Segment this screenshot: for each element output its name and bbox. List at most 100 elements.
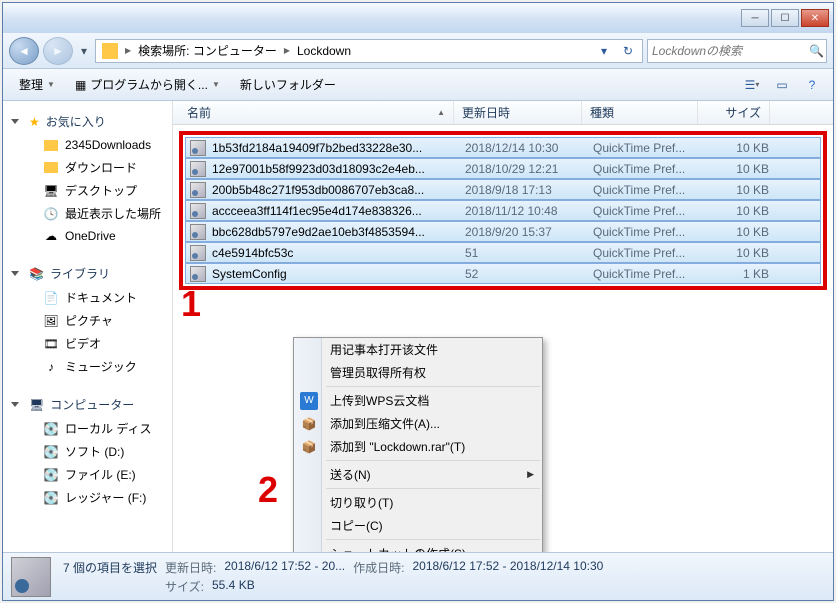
chevron-down-icon[interactable] <box>11 402 19 407</box>
sidebar-item-recent[interactable]: 🕓最近表示した場所 <box>3 202 172 225</box>
archive-icon: 📦 <box>300 415 318 433</box>
computer-header[interactable]: 🖥コンピューター <box>3 392 172 417</box>
new-folder-button[interactable]: 新しいフォルダー <box>232 72 344 97</box>
explorer-window: ─ ☐ ✕ ◄ ► ▾ ▶ 検索場所: コンピューター ▶ Lockdown ▾… <box>2 2 834 601</box>
content-area: ★お気に入り 2345Downloads ダウンロード 🖥デスクトップ 🕓最近表… <box>3 101 833 552</box>
pref-file-icon <box>190 224 206 240</box>
file-row[interactable]: SystemConfig52QuickTime Pref...1 KB <box>185 263 821 284</box>
search-box[interactable]: 🔍 <box>647 39 827 63</box>
sidebar-item-music[interactable]: ♪ミュージック <box>3 355 172 378</box>
chevron-right-icon[interactable]: ▶ <box>281 46 293 55</box>
back-button[interactable]: ◄ <box>9 37 39 65</box>
folder-icon <box>44 140 58 151</box>
pref-file-icon <box>190 266 206 282</box>
cm-open-notepad[interactable]: 用记事本打开该文件 <box>294 338 542 361</box>
annotation-box-1: 1b53fd2184a19409f7b2bed33228e30...2018/1… <box>179 131 827 290</box>
open-with-program[interactable]: ▦プログラムから開く...▼ <box>67 72 228 97</box>
sidebar-item-pictures[interactable]: 🖼ピクチャ <box>3 309 172 332</box>
pref-file-icon <box>190 182 206 198</box>
file-row[interactable]: bbc628db5797e9d2ae10eb3f4853594...2018/9… <box>185 221 821 242</box>
file-row[interactable]: 1b53fd2184a19409f7b2bed33228e30...2018/1… <box>185 137 821 158</box>
annotation-number-2: 2 <box>258 469 278 511</box>
cm-add-archive[interactable]: 📦添加到压缩文件(A)... <box>294 412 542 435</box>
search-input[interactable] <box>652 44 809 58</box>
libraries-header[interactable]: 📚ライブラリ <box>3 261 172 286</box>
address-bar[interactable]: ▶ 検索場所: コンピューター ▶ Lockdown ▾ ↻ <box>95 39 643 63</box>
organize-menu[interactable]: 整理▼ <box>11 72 63 97</box>
folder-icon <box>44 162 58 173</box>
status-size-value: 55.4 KB <box>212 578 255 595</box>
drive-icon: 💽 <box>43 421 59 437</box>
drive-icon: 💽 <box>43 467 59 483</box>
sidebar-item-drive-e[interactable]: 💽ファイル (E:) <box>3 463 172 486</box>
navigation-bar: ◄ ► ▾ ▶ 検索場所: コンピューター ▶ Lockdown ▾ ↻ 🔍 <box>3 33 833 69</box>
column-size[interactable]: サイズ <box>698 101 770 124</box>
drive-icon: 💽 <box>43 444 59 460</box>
column-name[interactable]: 名前▲ <box>179 101 454 124</box>
column-headers: 名前▲ 更新日時 種類 サイズ <box>173 101 833 125</box>
document-icon: 📄 <box>43 290 59 306</box>
preview-pane-icon[interactable]: ▭ <box>769 73 795 97</box>
cm-admin-take[interactable]: 管理员取得所有权 <box>294 361 542 384</box>
cm-wps-upload[interactable]: W上传到WPS云文档 <box>294 389 542 412</box>
picture-icon: 🖼 <box>43 313 59 329</box>
cm-add-rar[interactable]: 📦添加到 "Lockdown.rar"(T) <box>294 435 542 458</box>
sidebar-item-local-disk[interactable]: 💽ローカル ディス <box>3 417 172 440</box>
status-bar: 7 個の項目を選択 更新日時: 2018/6/12 17:52 - 20... … <box>3 552 833 600</box>
view-options-icon[interactable]: ☰▾ <box>739 73 765 97</box>
chevron-down-icon[interactable] <box>11 271 19 276</box>
cloud-icon: ☁ <box>43 228 59 244</box>
sidebar-item-downloads[interactable]: ダウンロード <box>3 156 172 179</box>
pref-file-icon <box>190 203 206 219</box>
chevron-right-icon: ▶ <box>527 469 534 480</box>
column-date[interactable]: 更新日時 <box>454 101 582 124</box>
recent-icon: 🕓 <box>43 206 59 222</box>
maximize-button[interactable]: ☐ <box>771 9 799 27</box>
video-icon: 🎞 <box>43 336 59 352</box>
status-thumbnail <box>11 557 51 597</box>
toolbar: 整理▼ ▦プログラムから開く...▼ 新しいフォルダー ☰▾ ▭ ? <box>3 69 833 101</box>
library-icon: 📚 <box>29 267 44 281</box>
search-icon[interactable]: 🔍 <box>809 44 824 58</box>
minimize-button[interactable]: ─ <box>741 9 769 27</box>
cm-cut[interactable]: 切り取り(T) <box>294 491 542 514</box>
folder-icon <box>102 43 118 59</box>
cm-send-to[interactable]: 送る(N)▶ <box>294 463 542 486</box>
close-button[interactable]: ✕ <box>801 9 829 27</box>
favorites-header[interactable]: ★お気に入り <box>3 109 172 134</box>
desktop-icon: 🖥 <box>43 183 59 199</box>
sidebar-item-onedrive[interactable]: ☁OneDrive <box>3 225 172 247</box>
titlebar: ─ ☐ ✕ <box>3 3 833 33</box>
archive-icon: 📦 <box>300 438 318 456</box>
column-type[interactable]: 種類 <box>582 101 698 124</box>
file-row[interactable]: 200b5b48c271f953db0086707eb3ca8...2018/9… <box>185 179 821 200</box>
drive-icon: 💽 <box>43 490 59 506</box>
addr-dropdown-icon[interactable]: ▾ <box>592 40 616 62</box>
sidebar-item-documents[interactable]: 📄ドキュメント <box>3 286 172 309</box>
context-menu: 用记事本打开该文件 管理员取得所有权 W上传到WPS云文档 📦添加到压缩文件(A… <box>293 337 543 552</box>
status-date-label: 更新日時: <box>165 559 216 576</box>
cm-copy[interactable]: コピー(C) <box>294 514 542 537</box>
file-row[interactable]: 12e97001b58f9923d03d18093c2e4eb...2018/1… <box>185 158 821 179</box>
history-dropdown[interactable]: ▾ <box>77 37 91 65</box>
pref-file-icon <box>190 245 206 261</box>
chevron-right-icon[interactable]: ▶ <box>122 46 134 55</box>
file-row[interactable]: c4e5914bfc53c51QuickTime Pref...10 KB <box>185 242 821 263</box>
star-icon: ★ <box>29 115 40 129</box>
cm-shortcut[interactable]: ショートカットの作成(S) <box>294 542 542 552</box>
wps-icon: W <box>300 392 318 410</box>
forward-button[interactable]: ► <box>43 37 73 65</box>
status-created-value: 2018/6/12 17:52 - 2018/12/14 10:30 <box>412 559 603 576</box>
sidebar-item-drive-f[interactable]: 💽レッジャー (F:) <box>3 486 172 509</box>
breadcrumb-folder[interactable]: Lockdown <box>293 42 355 60</box>
sidebar-item-desktop[interactable]: 🖥デスクトップ <box>3 179 172 202</box>
chevron-down-icon[interactable] <box>11 119 19 124</box>
sidebar-item-drive-d[interactable]: 💽ソフト (D:) <box>3 440 172 463</box>
help-icon[interactable]: ? <box>799 73 825 97</box>
sidebar-item-2345downloads[interactable]: 2345Downloads <box>3 134 172 156</box>
sidebar-item-videos[interactable]: 🎞ビデオ <box>3 332 172 355</box>
navigation-pane: ★お気に入り 2345Downloads ダウンロード 🖥デスクトップ 🕓最近表… <box>3 101 173 552</box>
refresh-icon[interactable]: ↻ <box>616 40 640 62</box>
file-row[interactable]: accceea3ff114f1ec95e4d174e838326...2018/… <box>185 200 821 221</box>
breadcrumb-root[interactable]: 検索場所: コンピューター <box>134 40 281 61</box>
